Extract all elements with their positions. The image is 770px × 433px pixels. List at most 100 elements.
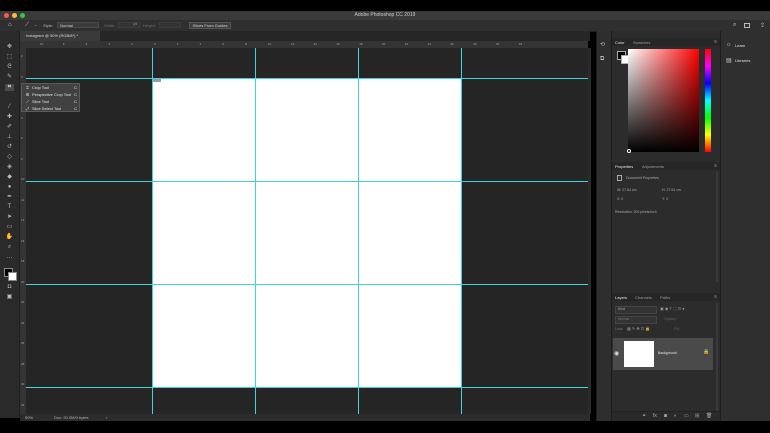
tab-adjustments[interactable]: Adjustments [642, 164, 664, 169]
dodge-tool-icon[interactable]: ● [5, 184, 14, 191]
lock-icons[interactable]: ▦ ✎ ✥ ⊡ 🔒 [627, 326, 650, 331]
brush-tool-icon[interactable]: ✐ [5, 124, 14, 131]
layer-name[interactable]: Background [658, 351, 677, 355]
blend-mode-select[interactable]: Normal [615, 316, 657, 324]
move-tool-icon[interactable]: ✥ [5, 44, 14, 51]
pen-tool-icon[interactable]: ✒ [5, 194, 14, 201]
link-layers-icon[interactable]: ⚭ [642, 413, 646, 419]
color-picker-marker[interactable] [627, 149, 631, 153]
color-picker-field[interactable] [628, 49, 699, 152]
quick-mask-icon[interactable]: ◘ [5, 284, 14, 291]
flyout-item-slice-select-tool[interactable]: ⤢ Slice Select Tool C [24, 106, 78, 112]
guide-horizontal[interactable] [26, 181, 588, 182]
lightbulb-icon[interactable]: ☼ [726, 42, 732, 48]
crop-tool-preset-icon[interactable]: ⟋ [25, 22, 29, 29]
document-canvas[interactable] [152, 78, 461, 387]
lock-icon[interactable]: 🔒 [703, 349, 709, 355]
healing-brush-tool-icon[interactable]: ✚ [5, 114, 14, 121]
slices-from-guides-button[interactable]: Slices From Guides [189, 22, 231, 29]
crop-tool-icon[interactable]: ⌗ [5, 84, 14, 91]
document-tab[interactable]: Instagram @ 50% (RGB/8*) * [20, 31, 101, 41]
flyout-item-slice-tool[interactable]: ⟋ Slice Tool C [24, 99, 78, 105]
add-mask-icon[interactable]: ◙ [664, 413, 667, 419]
libraries-icon[interactable]: ▤ [726, 57, 732, 64]
doc-info[interactable]: Doc: 20.0M/0 bytes [54, 415, 88, 420]
marquee-tool-icon[interactable]: ⬚ [5, 54, 14, 61]
clone-stamp-tool-icon[interactable]: ⊥ [5, 134, 14, 141]
status-menu-icon[interactable]: › [106, 415, 107, 420]
quick-select-tool-icon[interactable]: ✎ [5, 74, 14, 81]
panel-menu-icon[interactable]: ≡ [714, 294, 717, 300]
flyout-item-crop-tool[interactable]: ⌗ Crop Tool C [24, 85, 78, 91]
ruler-tick-label: 28 [473, 42, 477, 46]
rectangle-tool-icon[interactable]: ▭ [5, 224, 14, 231]
trash-icon[interactable]: 🗑 [706, 413, 712, 419]
hand-tool-icon[interactable]: ✋ [5, 234, 14, 241]
workspace-icon[interactable] [744, 23, 750, 28]
guide-horizontal[interactable] [26, 284, 588, 285]
properties-x[interactable]: X: 0 [617, 197, 623, 201]
chevron-down-icon[interactable]: ⌄ [34, 22, 37, 27]
ruler-tick-label: 14 [313, 42, 317, 46]
ruler-tick-label: 24 [427, 42, 431, 46]
properties-scrollbar[interactable] [716, 172, 718, 282]
guide-horizontal[interactable] [26, 78, 588, 79]
layer-style-icon[interactable]: fx [653, 413, 657, 419]
guide-vertical[interactable] [255, 48, 256, 414]
width-label: Width: [104, 23, 116, 28]
properties-panel-icon[interactable]: ⧉ [600, 56, 604, 63]
tab-paths[interactable]: Paths [660, 295, 670, 300]
tab-color[interactable]: Color [615, 40, 625, 45]
tab-swatches[interactable]: Swatches [633, 40, 650, 45]
new-layer-icon[interactable]: ⊞ [695, 413, 699, 419]
zoom-level[interactable]: 50% [25, 415, 33, 420]
zoom-tool-icon[interactable]: ⌕ [5, 244, 14, 251]
layer-filter-icons[interactable]: ▣ ◉ T ⬚ ⊡ ● [660, 306, 685, 311]
layers-scrollbar[interactable] [716, 303, 718, 413]
title-bar: Adobe Photoshop CC 2019 [0, 11, 770, 20]
style-select[interactable]: Normal [57, 22, 99, 28]
history-panel-icon[interactable]: ⟲ [600, 41, 605, 48]
home-icon[interactable]: ⌂ [8, 22, 12, 28]
panel-menu-icon[interactable]: ≡ [714, 39, 717, 45]
guide-vertical[interactable] [461, 48, 462, 414]
search-icon[interactable]: ⌕ [733, 22, 736, 29]
properties-width[interactable]: W: 27.64 cm [617, 188, 637, 192]
panel-menu-icon[interactable]: ≡ [714, 163, 717, 169]
hue-slider[interactable] [705, 49, 711, 152]
type-tool-icon[interactable]: T [5, 204, 14, 211]
share-icon[interactable]: ⇪ [760, 22, 765, 29]
swap-icon[interactable]: ⇄ [133, 22, 137, 28]
screen-mode-icon[interactable]: ▣ [5, 294, 14, 301]
guide-vertical[interactable] [152, 48, 153, 414]
background-color-swatch[interactable] [8, 272, 17, 281]
guide-vertical[interactable] [358, 48, 359, 414]
ruler-tick-label: 32 [21, 402, 25, 407]
vertical-scrollbar[interactable] [588, 48, 591, 414]
layer-filter-select[interactable]: Kind [615, 306, 657, 314]
flyout-item-perspective-crop-tool[interactable]: ⊞ Perspective Crop Tool C [24, 92, 78, 98]
libraries-label[interactable]: Libraries [735, 58, 750, 63]
learn-label[interactable]: Learn [735, 43, 745, 48]
guide-horizontal[interactable] [26, 387, 588, 388]
new-group-icon[interactable]: ▭ [684, 413, 689, 419]
history-brush-tool-icon[interactable]: ↺ [5, 144, 14, 151]
gradient-tool-icon[interactable]: ◈ [5, 164, 14, 171]
ruler-tick-label: 4 [21, 115, 23, 120]
height-field[interactable] [159, 22, 181, 28]
tab-channels[interactable]: Channels [635, 295, 652, 300]
blur-tool-icon[interactable]: ◆ [5, 174, 14, 181]
more-tools-icon[interactable]: … [5, 254, 14, 261]
tab-layers[interactable]: Layers [615, 295, 627, 300]
adjustment-layer-icon[interactable]: ◐ [674, 413, 677, 419]
eye-icon[interactable]: ◉ [614, 350, 619, 357]
properties-height[interactable]: H: 27.64 cm [662, 188, 681, 192]
lasso-tool-icon[interactable]: ᘓ [5, 64, 14, 71]
eyedropper-tool-icon[interactable]: ⁄ [5, 104, 14, 111]
tab-properties[interactable]: Properties [615, 164, 633, 169]
eraser-tool-icon[interactable]: ◇ [5, 154, 14, 161]
layer-thumbnail[interactable] [624, 341, 654, 367]
properties-y[interactable]: Y: 0 [662, 197, 668, 201]
ruler-tick-label: 8 [62, 42, 65, 46]
path-select-tool-icon[interactable]: ➤ [5, 214, 14, 221]
